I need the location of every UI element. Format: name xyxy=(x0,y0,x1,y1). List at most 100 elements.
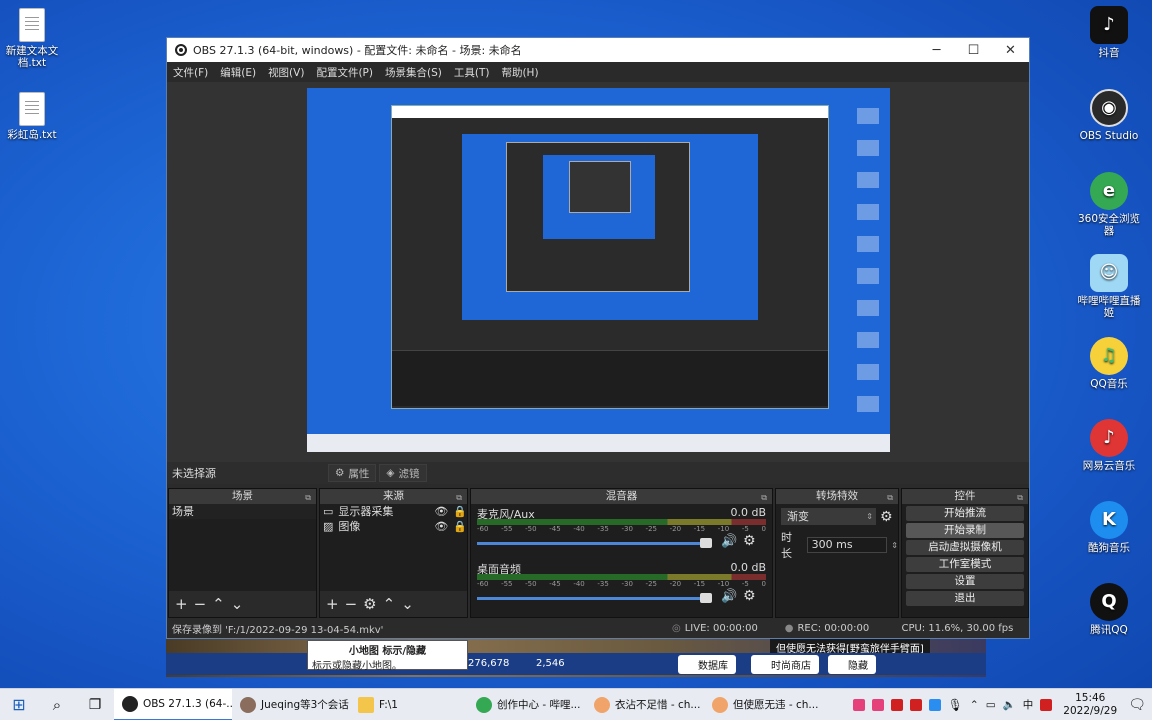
lock-icon[interactable]: 🔒 xyxy=(453,504,467,519)
remove-source-icon[interactable]: − xyxy=(345,595,358,613)
taskbar-item-explorer[interactable]: F:\1 xyxy=(350,689,468,720)
desktop-icon-360-browser[interactable]: e 360安全浏览器 xyxy=(1077,172,1141,237)
menu-help[interactable]: 帮助(H) xyxy=(495,65,544,80)
taskbar-item-browser-1[interactable]: 衣沾不足惜 - ch... xyxy=(586,689,704,720)
channel-gear-icon[interactable]: ⚙ xyxy=(743,533,756,549)
notification-icon[interactable]: 🗨 xyxy=(1128,697,1146,713)
mixer-channel-desktop: 桌面音频 0.0 dB -60 -55 -50 -45 -40 -35 -30 -25 -20-… xyxy=(471,549,772,604)
maximize-button[interactable]: ☐ xyxy=(955,43,992,58)
source-item-image[interactable]: ▨ 图像 👁 🔒 xyxy=(320,519,467,534)
tray-app-icon[interactable] xyxy=(852,698,865,711)
ime-indicator[interactable]: 中 xyxy=(1023,697,1034,712)
dock-popout-icon[interactable]: ⧉ xyxy=(1017,490,1023,505)
desktop-icon-bilibili-live[interactable]: ☺ 哔哩哔哩直播姬 xyxy=(1077,254,1141,319)
exit-button[interactable]: 退出 xyxy=(906,591,1024,606)
speaker-icon[interactable]: 🔊 xyxy=(721,534,737,549)
channel-gear-icon[interactable]: ⚙ xyxy=(743,588,756,604)
controls-header: 控件 ⧉ xyxy=(902,489,1028,504)
channel-db: 0.0 dB xyxy=(730,561,766,574)
clock[interactable]: 15:46 2022/9/29 xyxy=(1059,692,1121,718)
source-settings-gear-icon[interactable]: ⚙ xyxy=(363,595,376,613)
transition-select[interactable]: 渐变 ⇕ xyxy=(781,508,876,525)
scene-item[interactable]: 场景 xyxy=(169,504,316,519)
desktop-icon-text-file-1[interactable]: 新建文本文档.txt xyxy=(0,8,64,69)
properties-button[interactable]: ⚙ 属性 xyxy=(328,464,377,482)
transitions-dock: 转场特效 ⧉ 渐变 ⇕ ⚙ 时长 300 ms ⇕ xyxy=(775,488,899,618)
mixer-channel-mic: 麦克风/Aux 0.0 dB -60 -55 -50 -45 -40 -35 -30 -25-… xyxy=(471,504,772,549)
move-down-icon[interactable]: ⌄ xyxy=(401,595,414,613)
transitions-header: 转场特效 ⧉ xyxy=(776,489,898,504)
dock-popout-icon[interactable]: ⧉ xyxy=(761,490,767,505)
filters-button[interactable]: ◈ 滤镜 xyxy=(379,464,427,482)
start-button[interactable]: ⊞ xyxy=(0,689,38,720)
menu-tools[interactable]: 工具(T) xyxy=(448,65,496,80)
game-button-database[interactable]: 数据库 xyxy=(678,655,736,674)
tray-app-icon[interactable] xyxy=(909,698,922,711)
show-hidden-icons-icon[interactable]: ⌃ xyxy=(970,699,979,711)
tray-app-icon[interactable] xyxy=(871,698,884,711)
volume-slider[interactable]: 🔊 ⚙ xyxy=(477,588,766,604)
desktop-icon-qq-music[interactable]: ♫ QQ音乐 xyxy=(1077,337,1141,390)
desktop-icon-qq[interactable]: Q 腾讯QQ xyxy=(1077,583,1141,636)
game-button-fashion-shop[interactable]: 时尚商店 xyxy=(751,655,819,674)
add-source-icon[interactable]: + xyxy=(326,595,339,613)
game-stat-2: 2,546 xyxy=(536,658,565,669)
volume-slider[interactable]: 🔊 ⚙ xyxy=(477,533,766,549)
add-scene-icon[interactable]: + xyxy=(175,595,188,613)
volume-slider-handle[interactable] xyxy=(700,538,712,548)
preview-area[interactable] xyxy=(167,82,1029,462)
menu-profile[interactable]: 配置文件(P) xyxy=(310,65,379,80)
start-recording-button[interactable]: 开始录制 xyxy=(906,523,1024,538)
menu-view[interactable]: 视图(V) xyxy=(262,65,310,80)
move-up-icon[interactable]: ⌃ xyxy=(383,595,396,613)
desktop-icon-netease-music[interactable]: ♪ 网易云音乐 xyxy=(1077,419,1141,472)
taskbar-item-obs[interactable]: OBS 27.1.3 (64-... xyxy=(114,688,232,720)
move-up-icon[interactable]: ⌃ xyxy=(212,595,225,613)
visibility-eye-icon[interactable]: 👁 xyxy=(434,519,448,534)
duration-input[interactable]: 300 ms xyxy=(806,537,888,553)
dock-popout-icon[interactable]: ⧉ xyxy=(887,490,893,505)
dock-popout-icon[interactable]: ⧉ xyxy=(456,490,462,505)
tray-app-icon[interactable] xyxy=(890,698,903,711)
desktop-icon-obs[interactable]: ◉ OBS Studio xyxy=(1077,89,1141,142)
source-item-display-capture[interactable]: ▭ 显示器采集 👁 🔒 xyxy=(320,504,467,519)
remove-scene-icon[interactable]: − xyxy=(194,595,207,613)
taskbar-item-creator-center[interactable]: 创作中心 - 哔哩... xyxy=(468,689,586,720)
move-down-icon[interactable]: ⌄ xyxy=(231,595,244,613)
visibility-eye-icon[interactable]: 👁 xyxy=(434,504,448,519)
desktop-icon-douyin[interactable]: ♪ 抖音 xyxy=(1077,6,1141,59)
volume-slider-handle[interactable] xyxy=(700,593,712,603)
start-streaming-button[interactable]: 开始推流 xyxy=(906,506,1024,521)
search-button[interactable]: ⌕ xyxy=(38,696,76,714)
microphone-icon[interactable]: 🎙 xyxy=(948,698,963,712)
window-title: OBS 27.1.3 (64-bit, windows) - 配置文件: 未命名… xyxy=(193,44,522,57)
preview-canvas[interactable] xyxy=(307,88,890,452)
duration-spinner-icon[interactable]: ⇕ xyxy=(891,541,898,550)
studio-mode-button[interactable]: 工作室模式 xyxy=(906,557,1024,572)
speaker-icon[interactable]: 🔊 xyxy=(721,589,737,604)
start-virtual-camera-button[interactable]: 启动虚拟摄像机 xyxy=(906,540,1024,555)
settings-button[interactable]: 设置 xyxy=(906,574,1024,589)
desktop-icon-text-file-2[interactable]: 彩虹岛.txt xyxy=(0,92,64,141)
rec-timer: REC: 00:00:00 xyxy=(797,622,870,634)
taskbar-item-chat[interactable]: Jueqing等3个会话 xyxy=(232,689,350,720)
dock-popout-icon[interactable]: ⧉ xyxy=(305,490,311,505)
tray-app-icon[interactable] xyxy=(1040,698,1053,711)
menu-edit[interactable]: 编辑(E) xyxy=(214,65,262,80)
close-button[interactable]: ✕ xyxy=(992,43,1029,58)
qq-penguin-icon: Q xyxy=(1090,583,1128,621)
lock-icon[interactable]: 🔒 xyxy=(453,519,467,534)
task-view-button[interactable]: ❐ xyxy=(76,697,114,713)
game-button-hide[interactable]: 隐藏 xyxy=(828,655,876,674)
transition-settings-gear-icon[interactable]: ⚙ xyxy=(880,509,893,525)
network-icon[interactable]: ▭ xyxy=(986,699,996,711)
task-view-icon: ❐ xyxy=(88,696,102,713)
minimize-button[interactable]: ─ xyxy=(918,43,955,58)
taskbar-item-browser-2[interactable]: 但使愿无违 - ch... xyxy=(704,689,822,720)
menu-file[interactable]: 文件(F) xyxy=(167,65,214,80)
volume-icon[interactable]: 🔈 xyxy=(1003,698,1016,711)
tray-app-icon[interactable] xyxy=(928,698,941,711)
live-timer: LIVE: 00:00:00 xyxy=(684,622,758,634)
desktop-icon-kugou[interactable]: K 酷狗音乐 xyxy=(1077,501,1141,554)
menu-scene-collection[interactable]: 场景集合(S) xyxy=(379,65,448,80)
